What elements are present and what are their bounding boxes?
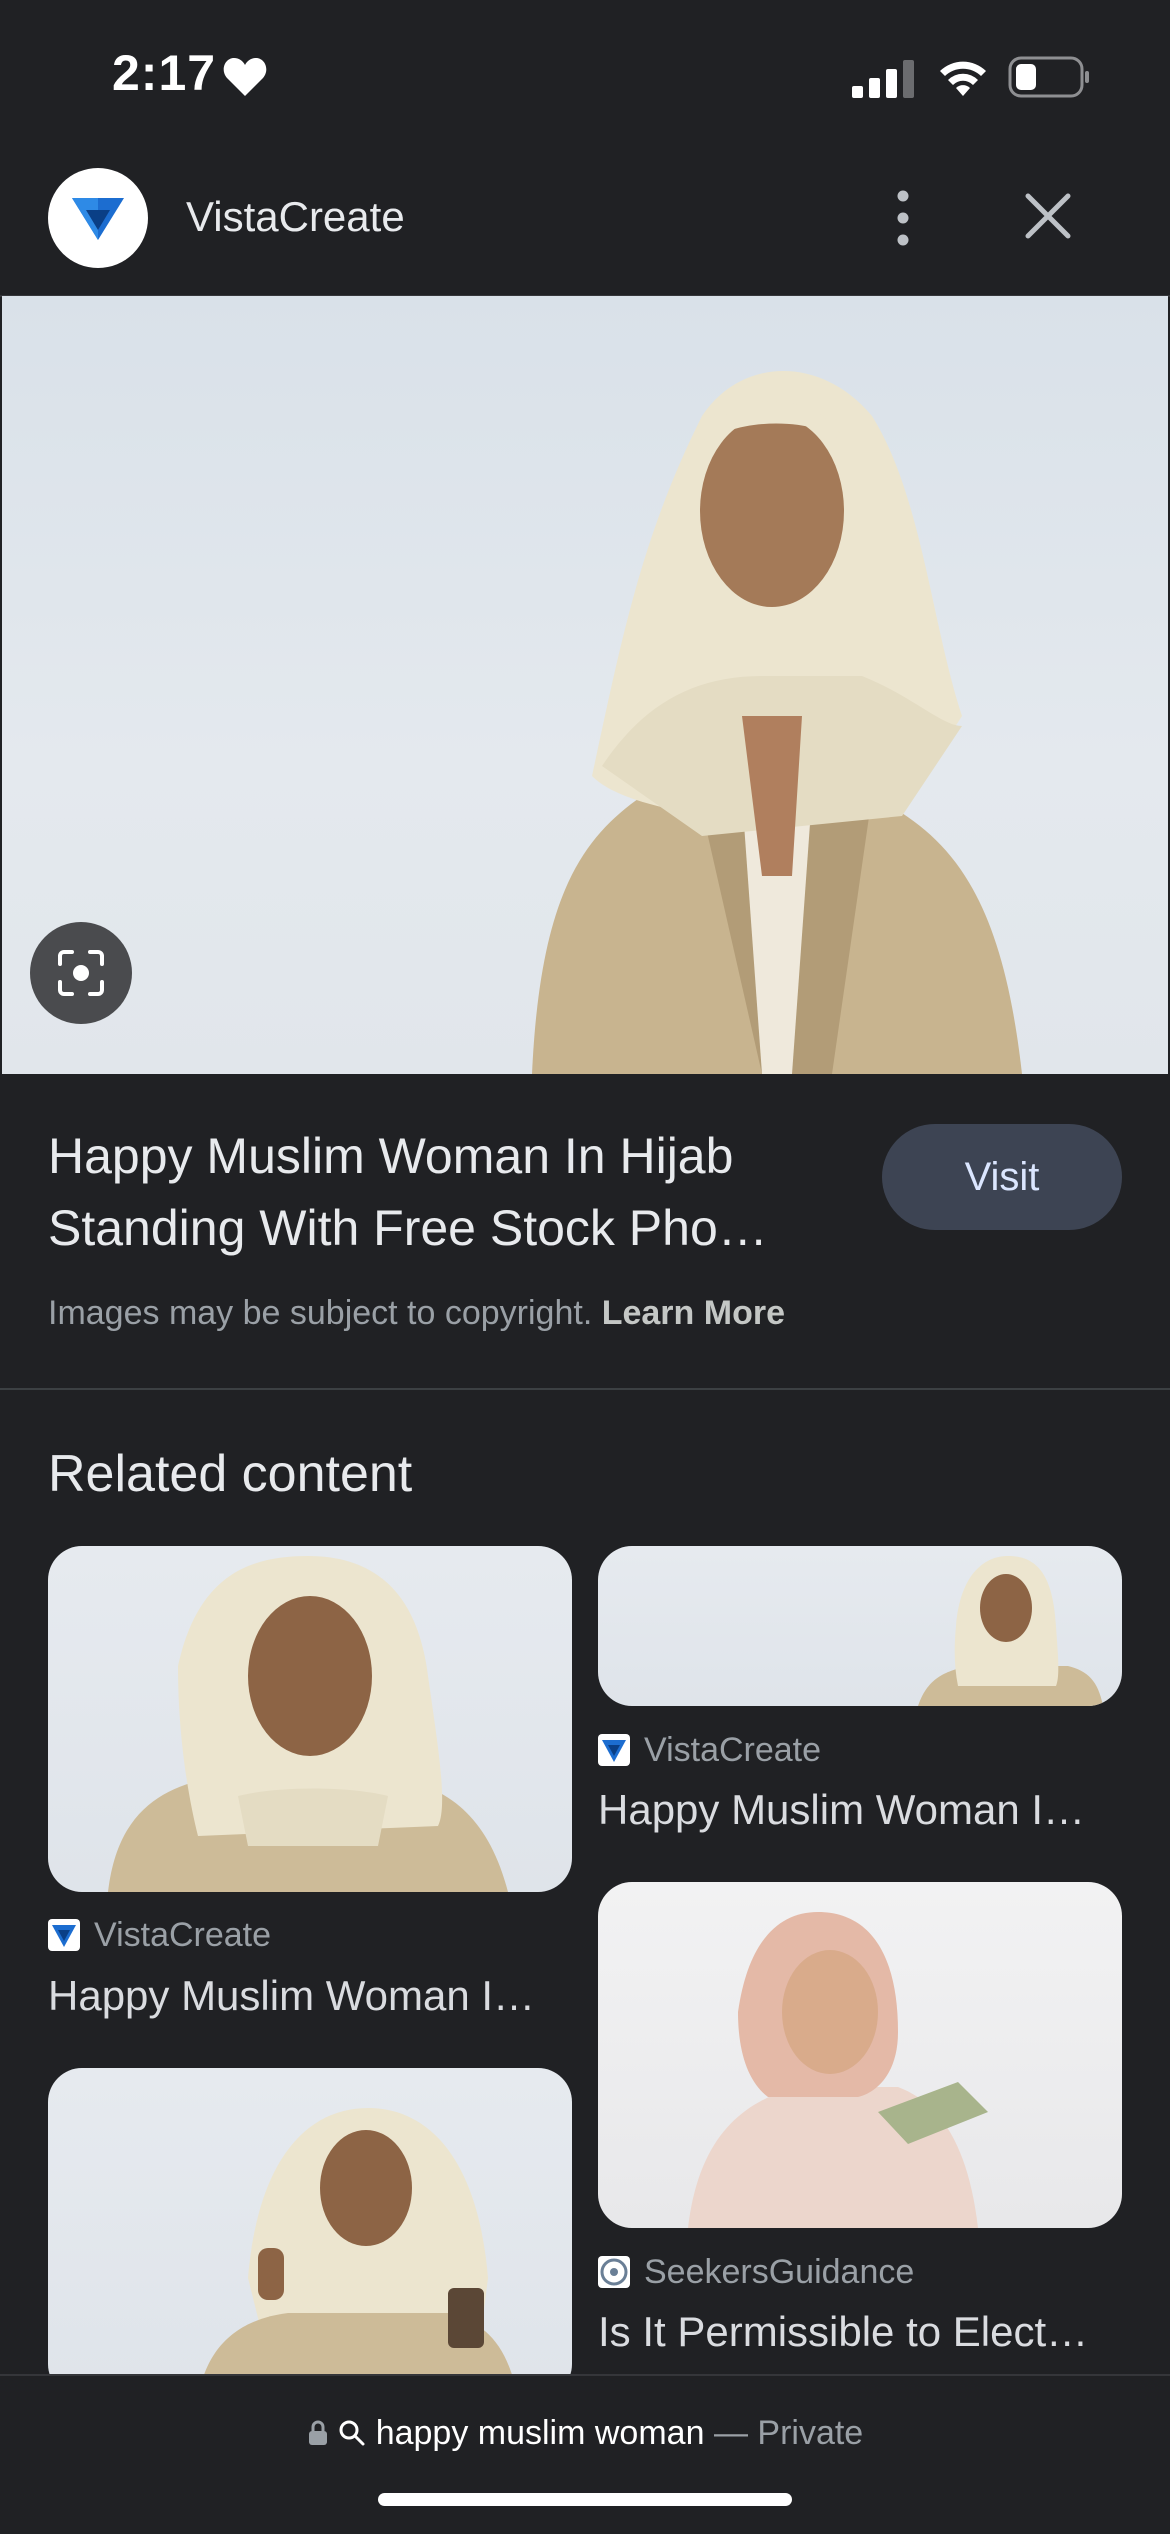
address-display[interactable]: happy muslim woman — Private	[0, 2414, 1170, 2453]
related-card-title[interactable]: Happy Muslim Woman I…	[48, 1972, 535, 2020]
search-query: happy muslim woman	[375, 2414, 705, 2452]
related-card-image[interactable]	[48, 1546, 572, 1892]
related-card-source: SeekersGuidance	[598, 2253, 914, 2292]
related-content-heading: Related content	[48, 1445, 413, 1503]
related-photo	[198, 2108, 518, 2398]
battery-icon	[1008, 56, 1089, 98]
close-icon[interactable]	[1020, 188, 1076, 244]
related-card-title[interactable]: Happy Muslim Woman I…	[598, 1786, 1085, 1834]
heart-icon	[223, 58, 267, 96]
related-card-source: VistaCreate	[48, 1916, 271, 1955]
copyright-notice: Images may be subject to copyright. Lear…	[48, 1294, 785, 1333]
wifi-icon	[940, 61, 986, 96]
related-card-source: VistaCreate	[598, 1731, 821, 1770]
vistacreate-favicon-icon	[48, 1919, 80, 1951]
main-image[interactable]	[2, 296, 1168, 1074]
lens-icon	[58, 950, 104, 996]
related-card-source-label: SeekersGuidance	[644, 2253, 915, 2291]
signal-icon	[852, 60, 914, 98]
result-title[interactable]: Happy Muslim Woman In Hijab Standing Wit…	[48, 1120, 848, 1264]
related-card-title[interactable]: Is It Permissible to Elect…	[598, 2308, 1088, 2356]
visit-button[interactable]: Visit	[882, 1124, 1122, 1230]
related-photo	[108, 1556, 508, 1892]
related-card-source-label: VistaCreate	[644, 1731, 822, 1769]
result-title-line2: Standing With Free Stock Pho…	[48, 1200, 768, 1256]
copyright-text: Images may be subject to copyright.	[48, 1294, 593, 1332]
more-vert-icon[interactable]	[878, 186, 928, 250]
seekersguidance-favicon-icon	[598, 2256, 630, 2288]
bottom-address-bar	[0, 2374, 1170, 2534]
site-name[interactable]: VistaCreate	[186, 193, 405, 241]
browsing-mode: Private	[757, 2414, 864, 2452]
learn-more-link[interactable]: Learn More	[602, 1294, 785, 1332]
related-card-image[interactable]	[598, 1882, 1122, 2228]
search-icon	[339, 2420, 365, 2446]
lock-icon	[308, 2420, 327, 2445]
status-time: 2:17	[112, 45, 217, 101]
vistacreate-logo-icon	[72, 198, 124, 240]
result-title-line1: Happy Muslim Woman In Hijab	[48, 1128, 734, 1184]
address-separator: —	[713, 2414, 748, 2452]
related-card-source-label: VistaCreate	[94, 1916, 272, 1954]
vistacreate-favicon-icon	[598, 1734, 630, 1766]
related-card-image[interactable]	[598, 1546, 1122, 1706]
woman-in-hijab-photo	[532, 371, 1022, 1074]
status-bar: 2:17	[0, 0, 1170, 150]
site-logo[interactable]	[48, 168, 148, 268]
section-divider	[0, 1388, 1170, 1390]
viewer-header	[0, 150, 1170, 297]
related-photo	[688, 1912, 988, 2228]
lens-button[interactable]	[30, 922, 132, 1024]
home-indicator[interactable]	[378, 2493, 792, 2506]
related-card-image[interactable]	[48, 2068, 572, 2398]
related-photo	[918, 1556, 1103, 1706]
